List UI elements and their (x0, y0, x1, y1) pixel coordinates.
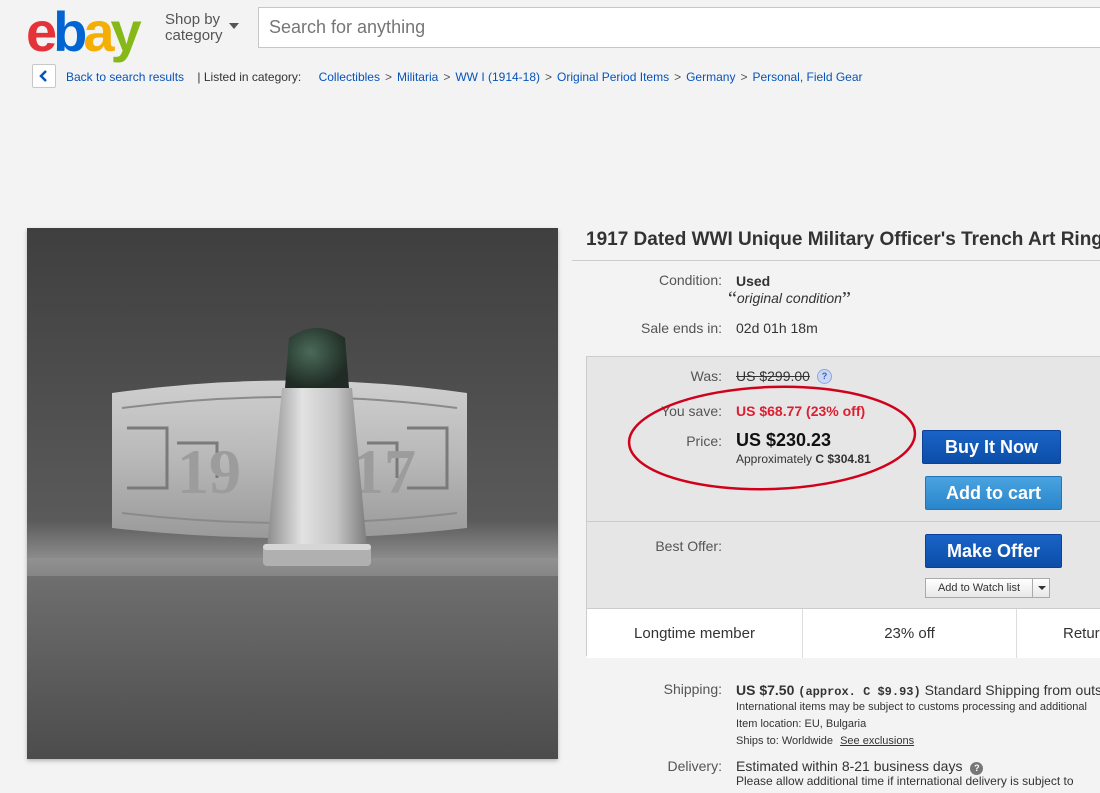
close-quote: ” (841, 288, 851, 310)
ships-to: Ships to: Worldwide See exclusions (736, 735, 914, 747)
chevron-down-icon (229, 23, 239, 29)
search-input[interactable] (259, 8, 1100, 47)
customs-note: International items may be subject to cu… (736, 701, 1087, 713)
product-image[interactable]: 19 17 (27, 228, 558, 759)
sale-ends-value: 02d 01h 18m (736, 320, 818, 336)
highlight-oval (627, 385, 917, 491)
delivery-note: Please allow additional time if internat… (736, 774, 1074, 788)
open-quote: “ (728, 288, 737, 310)
shipping-approx: (approx. C $9.93) (798, 685, 921, 699)
add-to-cart-button[interactable]: Add to cart (925, 476, 1062, 510)
back-button[interactable] (32, 64, 56, 88)
shipping-cost: US $7.50 (736, 682, 795, 698)
condition-value: Used (736, 273, 771, 289)
shop-by-label: Shop by (165, 11, 221, 28)
item-location-label: Item location: (736, 718, 802, 730)
search-box[interactable] (258, 7, 1100, 48)
condition-note: “original condition” (728, 288, 851, 311)
breadcrumb-item-collectibles[interactable]: Collectibles (319, 70, 380, 84)
title-divider (572, 260, 1100, 261)
breadcrumb-item-germany[interactable]: Germany (686, 70, 735, 84)
help-icon[interactable]: ? (817, 369, 832, 384)
condition-note-text: original condition (736, 290, 842, 306)
chevron-left-icon (39, 70, 47, 82)
was-label: Was: (690, 368, 722, 384)
breadcrumb-separator: > (740, 70, 748, 84)
back-to-search-link[interactable]: Back to search results (66, 70, 184, 84)
item-location: Item location: EU, Bulgaria (736, 718, 866, 730)
price-box-divider (587, 521, 1100, 522)
see-exclusions-link[interactable]: See exclusions (840, 735, 914, 747)
delivery-value: Estimated within 8-21 business days (736, 758, 963, 774)
stat-discount: 23% off (884, 625, 935, 642)
logo-letter-e: e (26, 0, 57, 63)
chevron-down-icon[interactable] (1038, 586, 1046, 590)
delivery-label: Delivery: (667, 758, 722, 774)
logo-letter-y: y (110, 0, 142, 63)
breadcrumb-separator: > (674, 70, 682, 84)
trench-art-ring-photo: 19 17 (27, 228, 558, 759)
stat-returns: Retur (1063, 625, 1100, 642)
breadcrumb-separator: > (545, 70, 553, 84)
condition-label: Condition: (658, 272, 722, 288)
seller-stats-bar: Longtime member 23% off Retur (587, 608, 1100, 658)
shop-by-category-button[interactable]: Shop by category (165, 11, 239, 44)
breadcrumb-item-original-period-items[interactable]: Original Period Items (557, 70, 669, 84)
sale-ends-label: Sale ends in: (641, 320, 722, 336)
stat-longtime-member: Longtime member (634, 625, 755, 642)
breadcrumb-item-ww1[interactable]: WW I (1914-18) (455, 70, 540, 84)
was-price: US $299.00 (736, 368, 810, 384)
listed-in-category-label: | Listed in category: (197, 70, 302, 84)
logo-letter-a: a (83, 0, 114, 63)
breadcrumb-separator: > (443, 70, 451, 84)
delivery-estimate: Estimated within 8-21 business days ? (736, 758, 984, 775)
ships-to-value: Worldwide (781, 735, 834, 747)
buy-it-now-button[interactable]: Buy It Now (922, 430, 1061, 464)
breadcrumb-separator: > (384, 70, 392, 84)
ebay-logo[interactable]: ebay (26, 0, 142, 63)
shipping-line: US $7.50 (approx. C $9.93) Standard Ship… (736, 682, 1100, 699)
listing-title: 1917 Dated WWI Unique Military Officer's… (586, 229, 1100, 250)
shipping-label: Shipping: (663, 681, 722, 697)
breadcrumb-item-militaria[interactable]: Militaria (397, 70, 438, 84)
engraving-19: 19 (177, 436, 241, 507)
add-to-watch-list-button[interactable]: Add to Watch list (925, 578, 1050, 598)
logo-letter-b: b (53, 0, 87, 63)
watch-list-label: Add to Watch list (926, 579, 1033, 597)
breadcrumb: Back to search results | Listed in categ… (66, 70, 863, 84)
ships-to-label: Ships to: (736, 735, 779, 747)
breadcrumb-item-personal-field-gear[interactable]: Personal, Field Gear (752, 70, 862, 84)
item-location-value: EU, Bulgaria (804, 718, 867, 730)
best-offer-label: Best Offer: (655, 538, 722, 554)
shipping-service: Standard Shipping from outside (924, 682, 1100, 698)
category-label: category (165, 27, 223, 44)
make-offer-button[interactable]: Make Offer (925, 534, 1062, 568)
